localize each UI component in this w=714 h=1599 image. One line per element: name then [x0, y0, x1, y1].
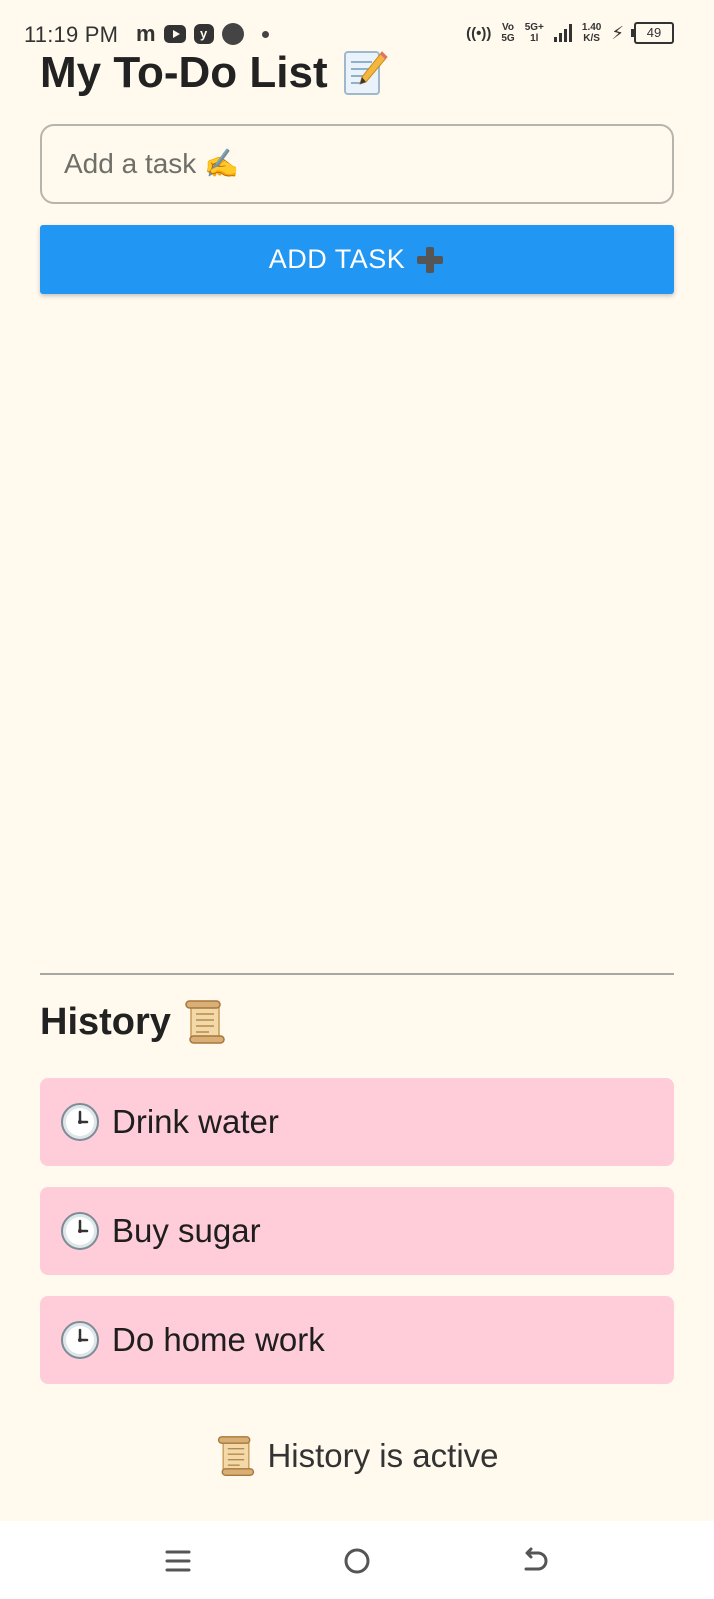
history-list: Drink water Buy sugar Do home work [40, 1078, 674, 1405]
page-title-text: My To-Do List [40, 48, 328, 97]
speed-value: 1.40 [581, 22, 602, 33]
history-status: History is active [0, 1434, 714, 1478]
add-task-button[interactable]: ADD TASK [40, 225, 674, 294]
notification-icons: m y [136, 22, 269, 46]
network-top: 5G+ [524, 22, 544, 33]
history-heading: History [40, 998, 227, 1046]
volte-icon: Vo 5G [501, 22, 514, 44]
system-icons: ((•)) Vo 5G 5G+ 1l 1.40 K/S ⚡ 49 [466, 22, 674, 44]
history-item[interactable]: Buy sugar [40, 1187, 674, 1275]
scroll-icon [218, 1436, 255, 1476]
hotspot-icon: ((•)) [466, 24, 492, 42]
plus-icon [417, 246, 444, 273]
page-title: My To-Do List [40, 48, 388, 98]
menu-button[interactable] [152, 1535, 204, 1587]
network-bottom: 1l [530, 33, 539, 44]
status-time: 11:19 PM [24, 22, 119, 47]
navigation-bar [0, 1521, 714, 1599]
m-notification-icon: m [136, 21, 156, 46]
home-icon [344, 1548, 370, 1574]
back-icon [524, 1547, 548, 1571]
dot-icon [261, 30, 269, 38]
home-button[interactable] [331, 1535, 383, 1587]
clock-icon [61, 1103, 99, 1141]
volte-bottom: 5G [501, 33, 515, 44]
network-type-icon: 5G+ 1l [525, 22, 544, 44]
history-item-label: Drink water [112, 1103, 279, 1140]
history-item[interactable]: Drink water [40, 1078, 674, 1166]
back-button[interactable] [510, 1535, 562, 1587]
history-heading-text: History [40, 1000, 171, 1043]
clock-icon [61, 1212, 99, 1250]
signal-icon [553, 24, 572, 42]
speed-unit: K/S [583, 33, 600, 44]
memo-icon [343, 51, 388, 95]
history-status-text: History is active [267, 1437, 499, 1474]
clock-icon [61, 1321, 99, 1359]
volte-top: Vo [502, 22, 515, 33]
charging-icon: ⚡ [611, 22, 624, 43]
youtube-icon [163, 25, 186, 43]
y-app-icon: y [193, 24, 214, 44]
network-speed: 1.40 K/S [582, 22, 601, 44]
history-item-label: Do home work [112, 1321, 325, 1358]
history-item-label: Buy sugar [112, 1212, 261, 1249]
task-input[interactable] [40, 124, 674, 204]
add-task-label: ADD TASK [268, 244, 406, 274]
circle-icon [221, 23, 244, 45]
menu-icon [165, 1550, 191, 1572]
scroll-icon [185, 1000, 225, 1044]
battery-icon: 49 [631, 22, 674, 44]
history-item[interactable]: Do home work [40, 1296, 674, 1384]
history-divider [40, 973, 674, 975]
